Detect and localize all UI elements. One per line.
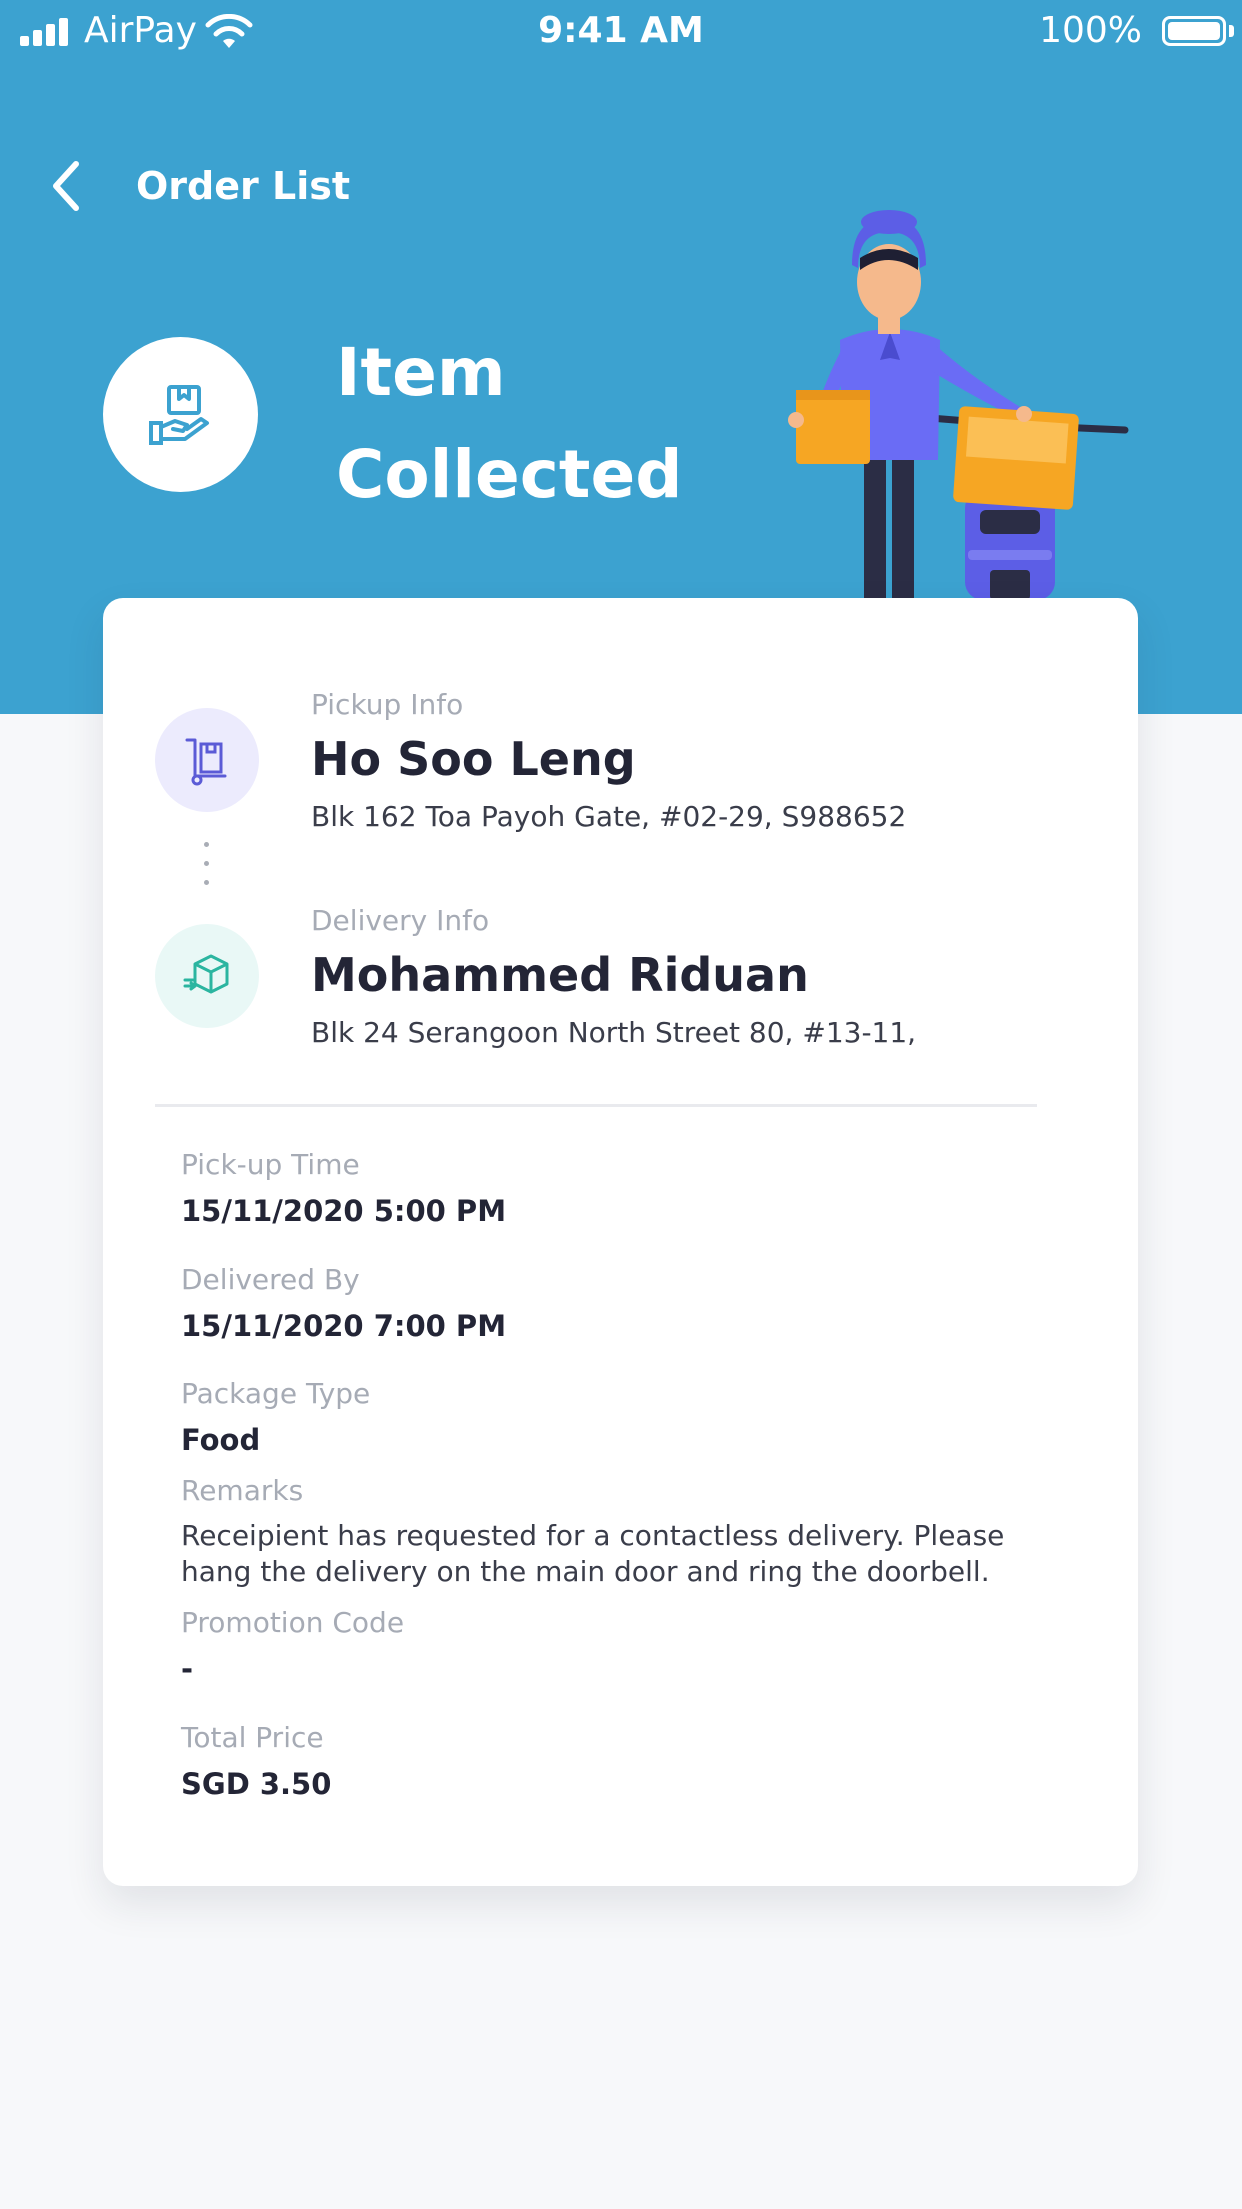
pickup-time-value: 15/11/2020 5:00 PM xyxy=(181,1194,507,1228)
battery-cap xyxy=(1229,25,1234,37)
battery-percent: 100% xyxy=(1039,10,1142,51)
status-bar: AirPay 9:41 AM 100% xyxy=(0,0,1242,64)
status-title-line2: Collected xyxy=(336,436,683,513)
pickup-label: Pickup Info xyxy=(311,688,464,721)
status-icon-circle xyxy=(103,337,258,492)
status-title-line1: Item xyxy=(336,334,506,411)
order-detail-card: Pickup Info Ho Soo Leng Blk 162 Toa Payo… xyxy=(103,598,1138,1886)
back-button[interactable] xyxy=(44,158,92,214)
pickup-name: Ho Soo Leng xyxy=(311,732,636,786)
delivery-name: Mohammed Riduan xyxy=(311,948,809,1002)
remarks-value: Receipient has requested for a contactle… xyxy=(181,1519,1005,1588)
delivered-by-label: Delivered By xyxy=(181,1263,360,1296)
status-title: Item Collected xyxy=(336,322,756,526)
delivered-by-value: 15/11/2020 7:00 PM xyxy=(181,1309,507,1343)
delivery-address: Blk 24 Serangoon North Street 80, #13-11… xyxy=(311,1016,917,1049)
courier-illustration xyxy=(788,210,1129,600)
package-in-hand-icon xyxy=(149,385,209,445)
total-price-value: SGD 3.50 xyxy=(181,1767,332,1801)
delivery-label: Delivery Info xyxy=(311,904,490,937)
remarks-label: Remarks xyxy=(181,1474,304,1507)
divider xyxy=(155,1104,1037,1107)
pickup-icon-circle xyxy=(155,708,259,812)
promo-code-label: Promotion Code xyxy=(181,1606,405,1639)
pickup-time-label: Pick-up Time xyxy=(181,1148,360,1181)
battery-icon xyxy=(1162,16,1226,46)
box-delivery-icon xyxy=(183,954,229,994)
route-dots xyxy=(204,842,210,899)
total-price-label: Total Price xyxy=(181,1721,324,1754)
nav-back-title[interactable]: Order List xyxy=(136,164,350,208)
promo-code-value: - xyxy=(181,1652,194,1686)
package-type-label: Package Type xyxy=(181,1377,371,1410)
package-type-value: Food xyxy=(181,1423,261,1457)
pickup-address: Blk 162 Toa Payoh Gate, #02-29, S988652 xyxy=(311,800,907,833)
delivery-icon-circle xyxy=(155,924,259,1028)
chevron-left-icon xyxy=(53,161,79,211)
hand-truck-icon xyxy=(185,738,227,786)
